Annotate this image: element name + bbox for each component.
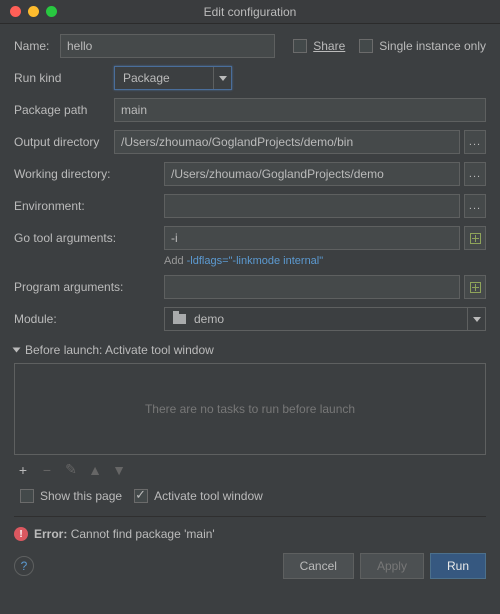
program-args-input[interactable]: [164, 275, 460, 299]
checkbox-checked-icon: [134, 489, 148, 503]
browse-output-button[interactable]: ...: [464, 130, 486, 154]
share-checkbox[interactable]: Share: [293, 39, 345, 53]
expand-go-tool-args-button[interactable]: [464, 226, 486, 250]
expand-icon: [470, 233, 481, 244]
show-this-page-checkbox[interactable]: Show this page: [20, 489, 122, 503]
window-title: Edit configuration: [0, 5, 500, 19]
chevron-down-icon: [213, 67, 231, 89]
before-launch-header[interactable]: Before launch: Activate tool window: [14, 343, 486, 357]
before-launch-tasks: There are no tasks to run before launch: [14, 363, 486, 455]
environment-label: Environment:: [14, 199, 164, 213]
expand-program-args-button[interactable]: [464, 275, 486, 299]
module-select[interactable]: demo: [164, 307, 486, 331]
minimize-window-icon[interactable]: [28, 6, 39, 17]
apply-button[interactable]: Apply: [360, 553, 424, 579]
environment-input[interactable]: [164, 194, 460, 218]
program-args-label: Program arguments:: [14, 280, 164, 294]
expand-icon: [470, 282, 481, 293]
run-kind-select[interactable]: Package: [114, 66, 232, 90]
maximize-window-icon[interactable]: [46, 6, 57, 17]
activate-tool-window-checkbox[interactable]: Activate tool window: [134, 489, 263, 503]
ldflags-hint-link[interactable]: -ldflags="-linkmode internal": [187, 255, 324, 267]
add-task-button[interactable]: +: [16, 462, 30, 478]
package-path-input[interactable]: [114, 98, 486, 122]
package-path-label: Package path: [14, 103, 114, 117]
working-directory-input[interactable]: [164, 162, 460, 186]
help-button[interactable]: ?: [14, 556, 34, 576]
browse-working-dir-button[interactable]: ...: [464, 162, 486, 186]
expander-icon: [13, 348, 21, 353]
checkbox-icon: [20, 489, 34, 503]
name-input[interactable]: [60, 34, 275, 58]
output-directory-input[interactable]: [114, 130, 460, 154]
remove-task-button[interactable]: −: [40, 462, 54, 478]
name-label: Name:: [14, 39, 60, 53]
go-tool-args-label: Go tool arguments:: [14, 231, 164, 245]
run-button[interactable]: Run: [430, 553, 486, 579]
error-icon: !: [14, 527, 28, 541]
go-tool-args-input[interactable]: [164, 226, 460, 250]
working-directory-label: Working directory:: [14, 167, 164, 181]
cancel-button[interactable]: Cancel: [283, 553, 354, 579]
single-instance-checkbox[interactable]: Single instance only: [359, 39, 486, 53]
close-window-icon[interactable]: [10, 6, 21, 17]
folder-icon: [173, 314, 186, 324]
error-message: ! Error: Cannot find package 'main': [14, 527, 486, 541]
run-kind-label: Run kind: [14, 71, 114, 85]
titlebar: Edit configuration: [0, 0, 500, 24]
edit-task-button[interactable]: ✎: [64, 461, 78, 478]
move-down-button[interactable]: ▼: [112, 462, 126, 478]
checkbox-icon: [293, 39, 307, 53]
browse-environment-button[interactable]: ...: [464, 194, 486, 218]
move-up-button[interactable]: ▲: [88, 462, 102, 478]
output-directory-label: Output directory: [14, 135, 114, 149]
checkbox-icon: [359, 39, 373, 53]
module-label: Module:: [14, 312, 164, 326]
tasks-toolbar: + − ✎ ▲ ▼: [14, 455, 486, 484]
chevron-down-icon: [467, 308, 485, 330]
go-tool-hint: Add -ldflags="-linkmode internal": [164, 255, 486, 267]
